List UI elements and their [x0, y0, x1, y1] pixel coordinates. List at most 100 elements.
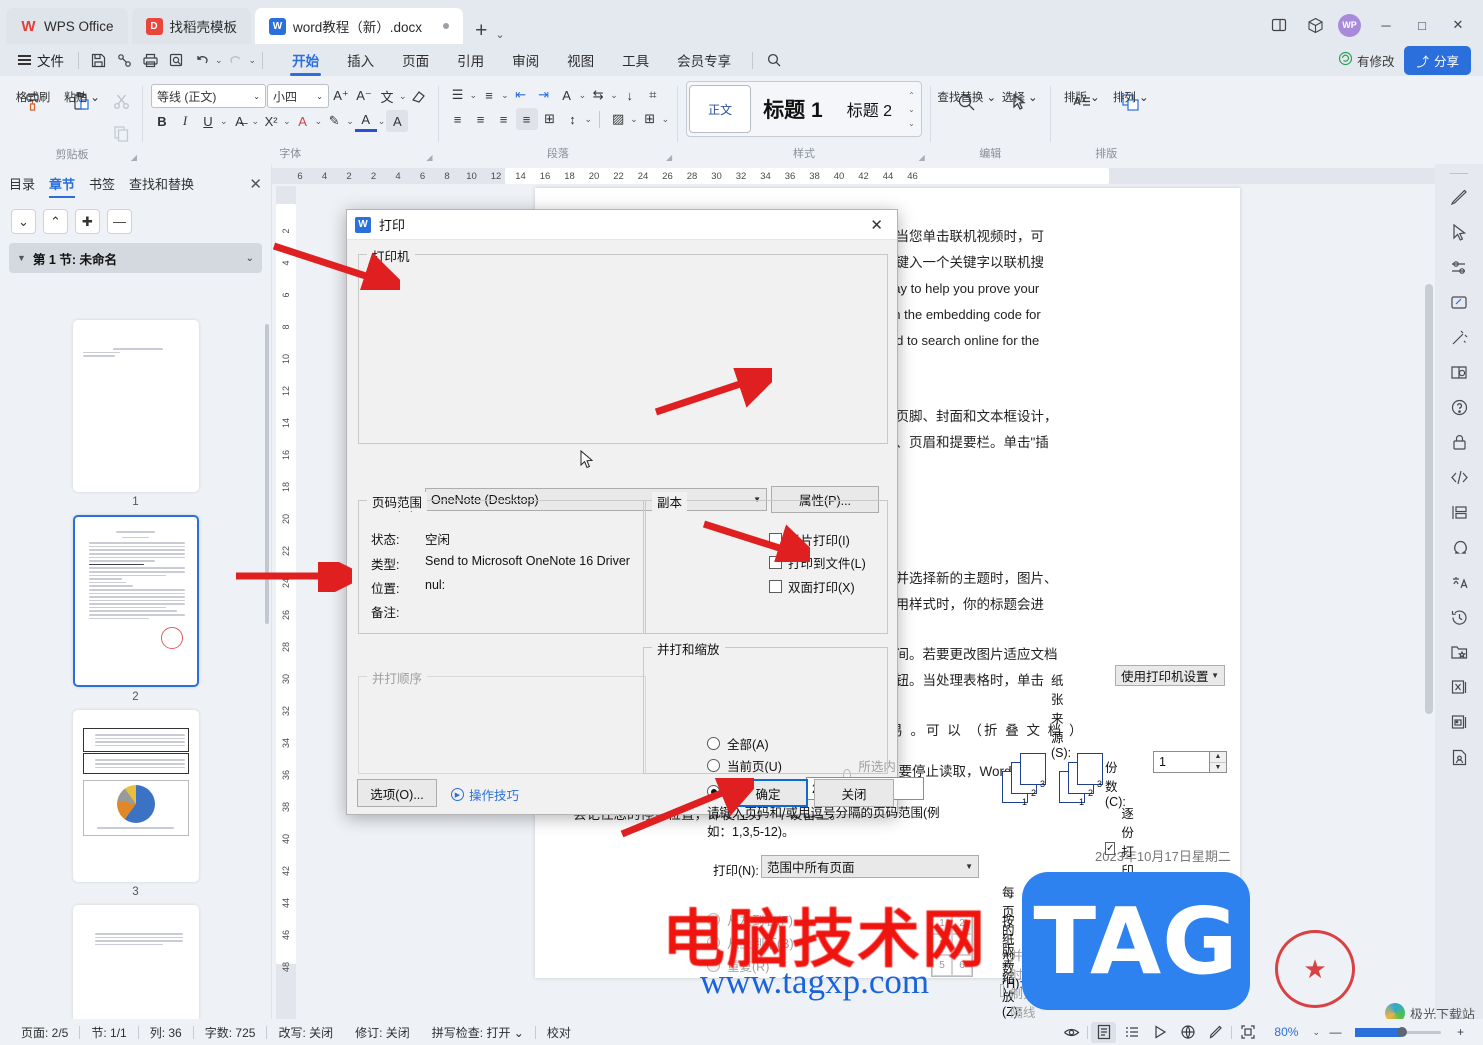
- style-scroll-buttons[interactable]: ⌃ ⌄ ⌄: [904, 91, 919, 128]
- cube-icon[interactable]: [1298, 10, 1332, 40]
- search-icon[interactable]: [761, 48, 787, 72]
- minimize-button[interactable]: ─: [1369, 10, 1403, 40]
- page-thumbnail[interactable]: [72, 710, 199, 882]
- plus-icon[interactable]: ✚: [75, 209, 100, 234]
- typeset-button[interactable]: 排版 ⌄: [1059, 84, 1105, 115]
- outline-icon[interactable]: [1442, 496, 1476, 529]
- pinyin-guide-icon[interactable]: 文: [376, 85, 398, 107]
- arrange-button[interactable]: 排列 ⌄: [1108, 84, 1154, 115]
- thumbnail-item[interactable]: 4: [0, 905, 271, 1025]
- minus-icon[interactable]: —: [107, 209, 132, 234]
- close-doc-icon[interactable]: [1442, 671, 1476, 704]
- lock-icon[interactable]: [1442, 426, 1476, 459]
- chevron-down-icon[interactable]: ⌄: [470, 90, 478, 101]
- settings-sliders-icon[interactable]: [1442, 251, 1476, 284]
- find-replace-button[interactable]: 查找替换 ⌄: [937, 84, 996, 115]
- decrease-indent-icon[interactable]: ⇤: [510, 84, 532, 106]
- maximize-button[interactable]: □: [1405, 10, 1439, 40]
- zoom-slider-handle[interactable]: [1397, 1026, 1407, 1037]
- character-border-icon[interactable]: A: [292, 110, 314, 132]
- favorites-icon[interactable]: [1442, 636, 1476, 669]
- page-thumbnail[interactable]: [72, 320, 199, 492]
- text-effects-icon[interactable]: A: [386, 110, 409, 132]
- tab-docer-template[interactable]: D 找稻壳模板: [131, 8, 252, 44]
- justify-icon[interactable]: ≡: [515, 108, 538, 130]
- thumbnail-item[interactable]: 3: [0, 710, 271, 900]
- numbered-list-icon[interactable]: ≡: [478, 84, 500, 106]
- chevron-down-icon[interactable]: ⌄: [1312, 1027, 1320, 1038]
- cursor-icon[interactable]: [1442, 216, 1476, 249]
- file-menu-button[interactable]: 文件: [10, 50, 72, 70]
- stepper-down-icon[interactable]: ▼: [1210, 763, 1226, 773]
- chevron-down-icon[interactable]: ⌄: [585, 114, 593, 125]
- chevron-down-icon[interactable]: ⌄: [252, 116, 260, 127]
- eye-icon[interactable]: [1059, 1022, 1084, 1043]
- style-heading-2[interactable]: 标题 2: [835, 85, 904, 133]
- underline-icon[interactable]: U: [197, 110, 219, 132]
- nav-tab-find-replace[interactable]: 查找和替换: [129, 174, 194, 198]
- decrease-font-size-icon[interactable]: A⁻: [353, 85, 375, 107]
- undo-dropdown-icon[interactable]: ⌄: [215, 55, 223, 66]
- redo-icon[interactable]: [223, 48, 249, 72]
- strikethrough-icon[interactable]: A̶: [229, 110, 251, 132]
- chevron-down-icon[interactable]: ⌄: [346, 116, 354, 127]
- distribute-icon[interactable]: ⊞: [539, 108, 561, 130]
- chevron-down-icon[interactable]: ⌄: [378, 116, 386, 127]
- chevron-down-icon[interactable]: ⌄: [220, 116, 228, 127]
- ink-icon[interactable]: [1203, 1022, 1228, 1043]
- paragraph-dialog-launcher[interactable]: ◢: [666, 153, 672, 162]
- omega-icon[interactable]: [1442, 531, 1476, 564]
- clipboard-dialog-launcher[interactable]: ◢: [131, 153, 137, 162]
- cut-icon[interactable]: [108, 88, 134, 114]
- magic-wand-icon[interactable]: [1442, 321, 1476, 354]
- chevron-down-icon[interactable]: ⌄: [610, 90, 618, 101]
- chevron-down-icon[interactable]: ⌄: [246, 253, 254, 264]
- close-icon[interactable]: ✕: [249, 175, 262, 197]
- style-heading-1[interactable]: 标题 1: [751, 85, 835, 133]
- borders-icon[interactable]: ⊞: [639, 108, 661, 130]
- zoom-slider[interactable]: [1355, 1026, 1441, 1037]
- status-page[interactable]: 页面: 2/5: [10, 1024, 79, 1041]
- tab-wps-office[interactable]: W WPS Office: [6, 8, 128, 44]
- status-section[interactable]: 节: 1/1: [80, 1024, 137, 1041]
- copy-icon[interactable]: [108, 120, 134, 146]
- avatar[interactable]: WP: [1338, 13, 1361, 37]
- page-thumbnail[interactable]: [72, 905, 199, 1025]
- ribbon-tab-member[interactable]: 会员专享: [664, 46, 744, 75]
- ribbon-tab-start[interactable]: 开始: [279, 46, 332, 76]
- read-view-icon[interactable]: [1147, 1022, 1172, 1043]
- status-word-count[interactable]: 字数: 725: [194, 1024, 267, 1041]
- tab-word-document[interactable]: W word教程（新）.docx: [255, 8, 464, 44]
- align-left-icon[interactable]: ≡: [447, 108, 469, 130]
- document-scrollbar-thumb[interactable]: [1425, 284, 1433, 714]
- paste-button[interactable]: 粘贴 ⌄: [59, 84, 105, 115]
- chevron-down-icon[interactable]: ⌄: [399, 91, 407, 102]
- zoom-level[interactable]: 80%: [1263, 1025, 1309, 1039]
- cloud-sync-icon[interactable]: [111, 48, 137, 72]
- ribbon-tab-page[interactable]: 页面: [389, 46, 442, 75]
- hand-write-icon[interactable]: [1442, 286, 1476, 319]
- copies-input[interactable]: 1: [1153, 751, 1210, 773]
- image-icon[interactable]: [1442, 706, 1476, 739]
- status-revision[interactable]: 修订: 关闭: [344, 1024, 421, 1041]
- save-icon[interactable]: [85, 48, 111, 72]
- nav-tab-contents[interactable]: 目录: [9, 174, 35, 198]
- chevron-down-icon[interactable]: ⌄: [579, 90, 587, 101]
- thumbnail-item[interactable]: 1: [0, 320, 271, 510]
- print-preview-icon[interactable]: [163, 48, 189, 72]
- style-normal[interactable]: 正文: [689, 85, 752, 133]
- superscript-icon[interactable]: X²: [260, 110, 282, 132]
- text-direction-icon[interactable]: ⇆: [587, 84, 609, 106]
- paper-source-select[interactable]: 使用打印机设置 ▼: [1115, 665, 1225, 686]
- close-button[interactable]: ✕: [1441, 10, 1475, 40]
- status-proofread[interactable]: 校对: [536, 1024, 582, 1041]
- chevron-down-icon[interactable]: ⌄: [283, 116, 291, 127]
- outline-view-icon[interactable]: [1119, 1022, 1144, 1043]
- ribbon-tab-reference[interactable]: 引用: [444, 46, 497, 75]
- font-name-input[interactable]: 等线 (正文) ⌄: [151, 84, 266, 108]
- ribbon-tab-tools[interactable]: 工具: [609, 46, 662, 75]
- translate-icon[interactable]: [1442, 566, 1476, 599]
- align-right-icon[interactable]: ≡: [493, 108, 515, 130]
- clear-formatting-icon[interactable]: [408, 85, 430, 107]
- chevron-down-icon[interactable]: ⌄: [630, 114, 638, 125]
